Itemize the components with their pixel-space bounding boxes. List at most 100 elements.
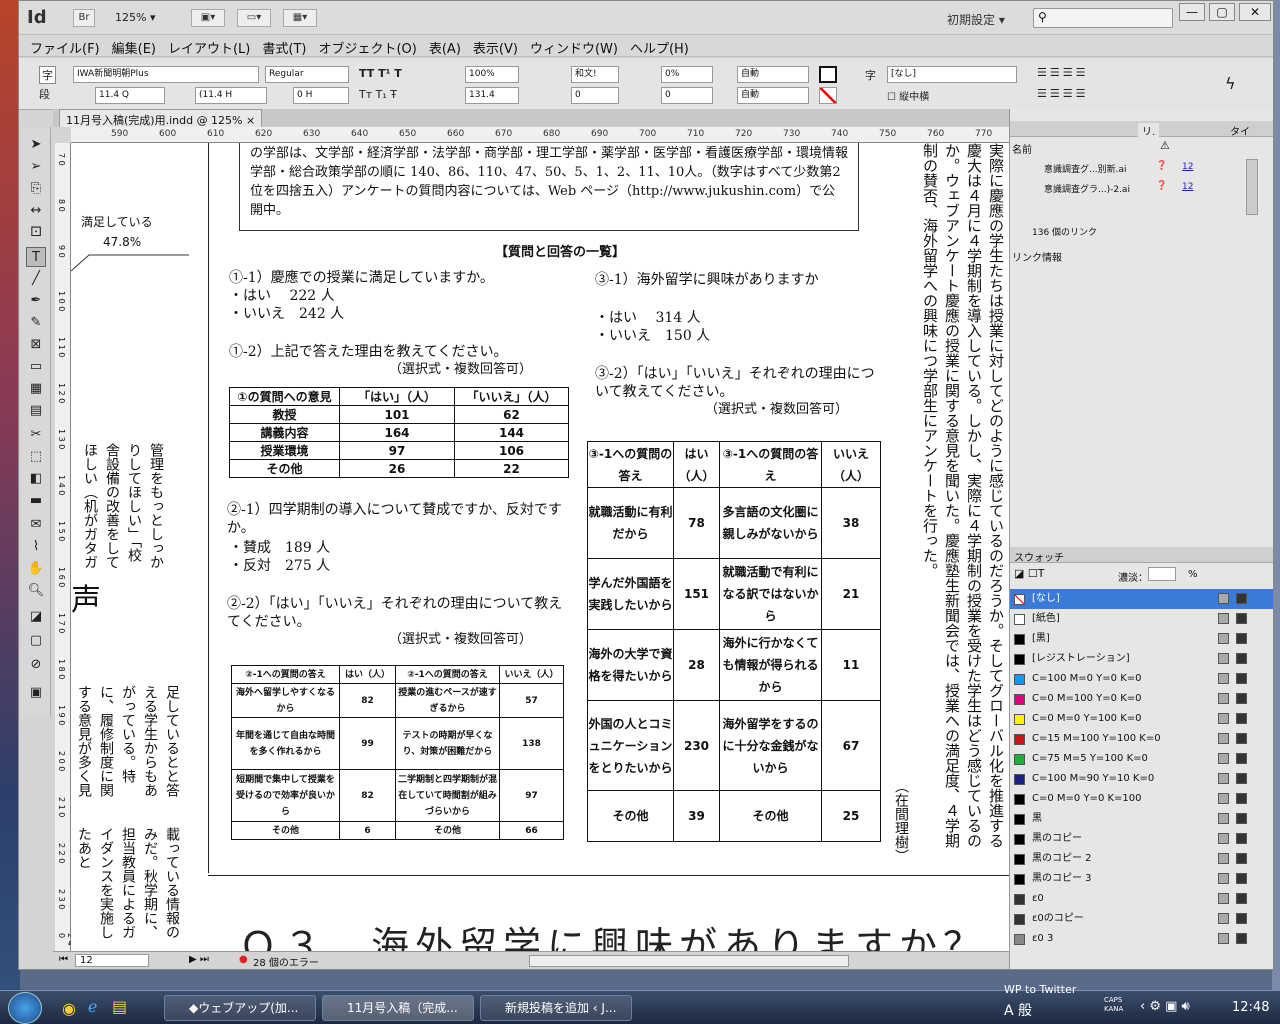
- font-size-field[interactable]: 11.4 Q: [95, 87, 165, 104]
- scissors-tool-icon[interactable]: ✂: [26, 425, 46, 445]
- menu-help[interactable]: ヘルプ(H): [627, 35, 698, 57]
- swatch-row[interactable]: C=100 M=90 Y=10 K=0: [1010, 769, 1273, 789]
- eyedropper-tool-icon[interactable]: ⌇: [26, 537, 46, 557]
- view-options-button[interactable]: ▣▾: [191, 9, 225, 27]
- pencil-tool-icon[interactable]: ✎: [26, 313, 46, 333]
- screen-mode-icon[interactable]: ▣: [26, 683, 46, 703]
- spacing-field[interactable]: 0: [661, 87, 713, 104]
- paragraph-mode-button[interactable]: 段: [39, 86, 50, 102]
- gradient-swatch-tool-icon[interactable]: ◧: [26, 469, 46, 489]
- text-format-icons[interactable]: TT T¹ T: [359, 67, 402, 80]
- formatting-container-icon[interactable]: ▢: [26, 631, 46, 651]
- swatch-row[interactable]: C=75 M=5 Y=100 K=0: [1010, 749, 1273, 769]
- tab-links[interactable]: リ.: [1138, 123, 1160, 138]
- font-style-field[interactable]: Regular: [265, 66, 349, 83]
- fill-stroke-toggle[interactable]: ◪ ☐T: [1014, 567, 1044, 580]
- line-tool-icon[interactable]: ╱: [26, 269, 46, 289]
- preflight-errors[interactable]: 28 個のエラー: [253, 954, 319, 969]
- document-canvas[interactable]: 満足している 47.8% 管理をもっとしっかりしてほしい」「校舎設備の改善をして…: [71, 143, 1011, 951]
- rectangle-tool-icon[interactable]: ▭: [26, 357, 46, 377]
- grid-tool-icon[interactable]: ▦: [26, 379, 46, 399]
- arrange-documents-button[interactable]: ▦▾: [283, 9, 317, 27]
- swatch-row[interactable]: C=15 M=100 Y=100 K=0: [1010, 729, 1273, 749]
- swatch-row[interactable]: [レジストレーション]: [1010, 649, 1273, 669]
- link-row[interactable]: 意識調査グラ...)-2.ai ❓ 12: [1010, 179, 1260, 197]
- text-fill-swatch[interactable]: [819, 66, 837, 83]
- note-tool-icon[interactable]: ✉: [26, 515, 46, 535]
- pen-tool-icon[interactable]: ✒: [26, 291, 46, 311]
- close-button[interactable]: ✕: [1239, 3, 1271, 21]
- menu-type[interactable]: 書式(T): [259, 35, 315, 57]
- lightning-icon[interactable]: ϟ: [1225, 74, 1236, 93]
- rectangle-frame-tool-icon[interactable]: ⊠: [26, 335, 46, 355]
- vertical-scale-field[interactable]: 100%: [465, 66, 519, 83]
- tate-chu-yoko-checkbox[interactable]: ☐ 縦中横: [887, 88, 929, 103]
- next-page-icon[interactable]: ▶ ⏭: [189, 954, 209, 965]
- swatch-row[interactable]: C=0 M=100 Y=0 K=0: [1010, 689, 1273, 709]
- minimize-button[interactable]: —: [1179, 3, 1205, 21]
- task-button-indesign[interactable]: 11月号入稿（完成...: [322, 995, 474, 1021]
- page-tool-icon[interactable]: ⎘: [26, 179, 46, 199]
- chrome-icon[interactable]: ◉: [62, 999, 76, 1018]
- menu-window[interactable]: ウィンドウ(W): [527, 35, 627, 57]
- swatch-row[interactable]: ε0のコピー: [1010, 909, 1273, 929]
- font-family-field[interactable]: IWA新聞明朝Plus: [73, 66, 259, 83]
- direct-selection-tool-icon[interactable]: ➢: [26, 157, 46, 177]
- frame-grid-tool-icon[interactable]: ▤: [26, 401, 46, 421]
- swatch-row[interactable]: 黒のコピー: [1010, 829, 1273, 849]
- baseline-shift-field[interactable]: 0 H: [293, 87, 349, 104]
- swatch-row[interactable]: C=100 M=0 Y=0 K=0: [1010, 669, 1273, 689]
- gap-tool-icon[interactable]: ↔: [26, 201, 46, 221]
- maximize-button[interactable]: ▢: [1209, 3, 1235, 21]
- text-stroke-swatch[interactable]: [819, 87, 837, 104]
- content-collector-icon[interactable]: ⚀: [26, 223, 46, 243]
- swatch-row[interactable]: [紙色]: [1010, 609, 1273, 629]
- menu-edit[interactable]: 編集(E): [109, 35, 165, 57]
- link-page[interactable]: 12: [1182, 162, 1193, 172]
- menu-object[interactable]: オブジェクト(O): [315, 35, 425, 57]
- first-page-icon[interactable]: ⏮: [59, 954, 68, 965]
- workspace-select[interactable]: 初期設定 ▾: [947, 11, 1005, 28]
- menu-table[interactable]: 表(A): [426, 35, 470, 57]
- task-button-browser[interactable]: 新規投稿を追加 ‹ J...: [480, 995, 632, 1021]
- selection-tool-icon[interactable]: ➤: [26, 135, 46, 155]
- zoom-select[interactable]: 125% ▾: [115, 11, 155, 24]
- align-buttons-row2[interactable]: ☰☰☰☰: [1037, 87, 1088, 100]
- link-page[interactable]: 12: [1182, 182, 1193, 192]
- bridge-button[interactable]: Br: [73, 9, 95, 27]
- align-buttons-row1[interactable]: ☰☰☰☰: [1037, 66, 1088, 79]
- character-style-field[interactable]: [なし]: [887, 66, 1017, 83]
- menu-layout[interactable]: レイアウト(L): [165, 35, 259, 57]
- type-tool-icon[interactable]: T: [26, 247, 46, 267]
- close-tab-icon[interactable]: ×: [246, 114, 255, 127]
- tray-icons[interactable]: ‹ ⚙ ▣ 🔊︎: [1140, 999, 1190, 1014]
- link-row[interactable]: 意識調査グ...別新.ai ❓ 12: [1010, 159, 1260, 177]
- swatch-row[interactable]: 黒のコピー 2: [1010, 849, 1273, 869]
- links-scrollbar[interactable]: [1246, 159, 1258, 215]
- free-transform-tool-icon[interactable]: ⬚: [26, 447, 46, 467]
- ime-indicator[interactable]: A 般: [1004, 1000, 1032, 1020]
- clock[interactable]: 12:48: [1232, 1000, 1269, 1015]
- start-button[interactable]: [8, 992, 42, 1024]
- explorer-icon[interactable]: ▤: [112, 997, 127, 1016]
- swatch-row[interactable]: ε0: [1010, 889, 1273, 909]
- swatch-row[interactable]: C=0 M=0 Y=0 K=100: [1010, 789, 1273, 809]
- character-mode-button[interactable]: 字: [39, 66, 56, 84]
- horizontal-scale-field[interactable]: 131.4: [465, 87, 519, 104]
- aki-before-field[interactable]: 自動: [737, 66, 809, 83]
- tracking-language-field[interactable]: 和文!: [571, 66, 619, 83]
- swatch-row[interactable]: [なし]: [1010, 589, 1273, 609]
- kerning-field[interactable]: 0: [571, 87, 619, 104]
- swatch-row[interactable]: [黒]: [1010, 629, 1273, 649]
- screen-mode-button[interactable]: ▭▾: [237, 9, 271, 27]
- swatch-row[interactable]: 黒: [1010, 809, 1273, 829]
- task-button-folder[interactable]: ◆ウェブアップ(加...: [164, 995, 316, 1021]
- aki-after-field[interactable]: 自動: [737, 87, 809, 104]
- ie-icon[interactable]: ℯ: [88, 997, 97, 1016]
- hand-tool-icon[interactable]: ✋: [26, 559, 46, 579]
- tint-field[interactable]: [1148, 567, 1176, 581]
- gradient-feather-tool-icon[interactable]: ▬: [26, 491, 46, 511]
- horizontal-scrollbar[interactable]: [529, 955, 849, 967]
- menu-file[interactable]: ファイル(F): [27, 35, 109, 57]
- swatch-row[interactable]: ε0 3: [1010, 929, 1273, 949]
